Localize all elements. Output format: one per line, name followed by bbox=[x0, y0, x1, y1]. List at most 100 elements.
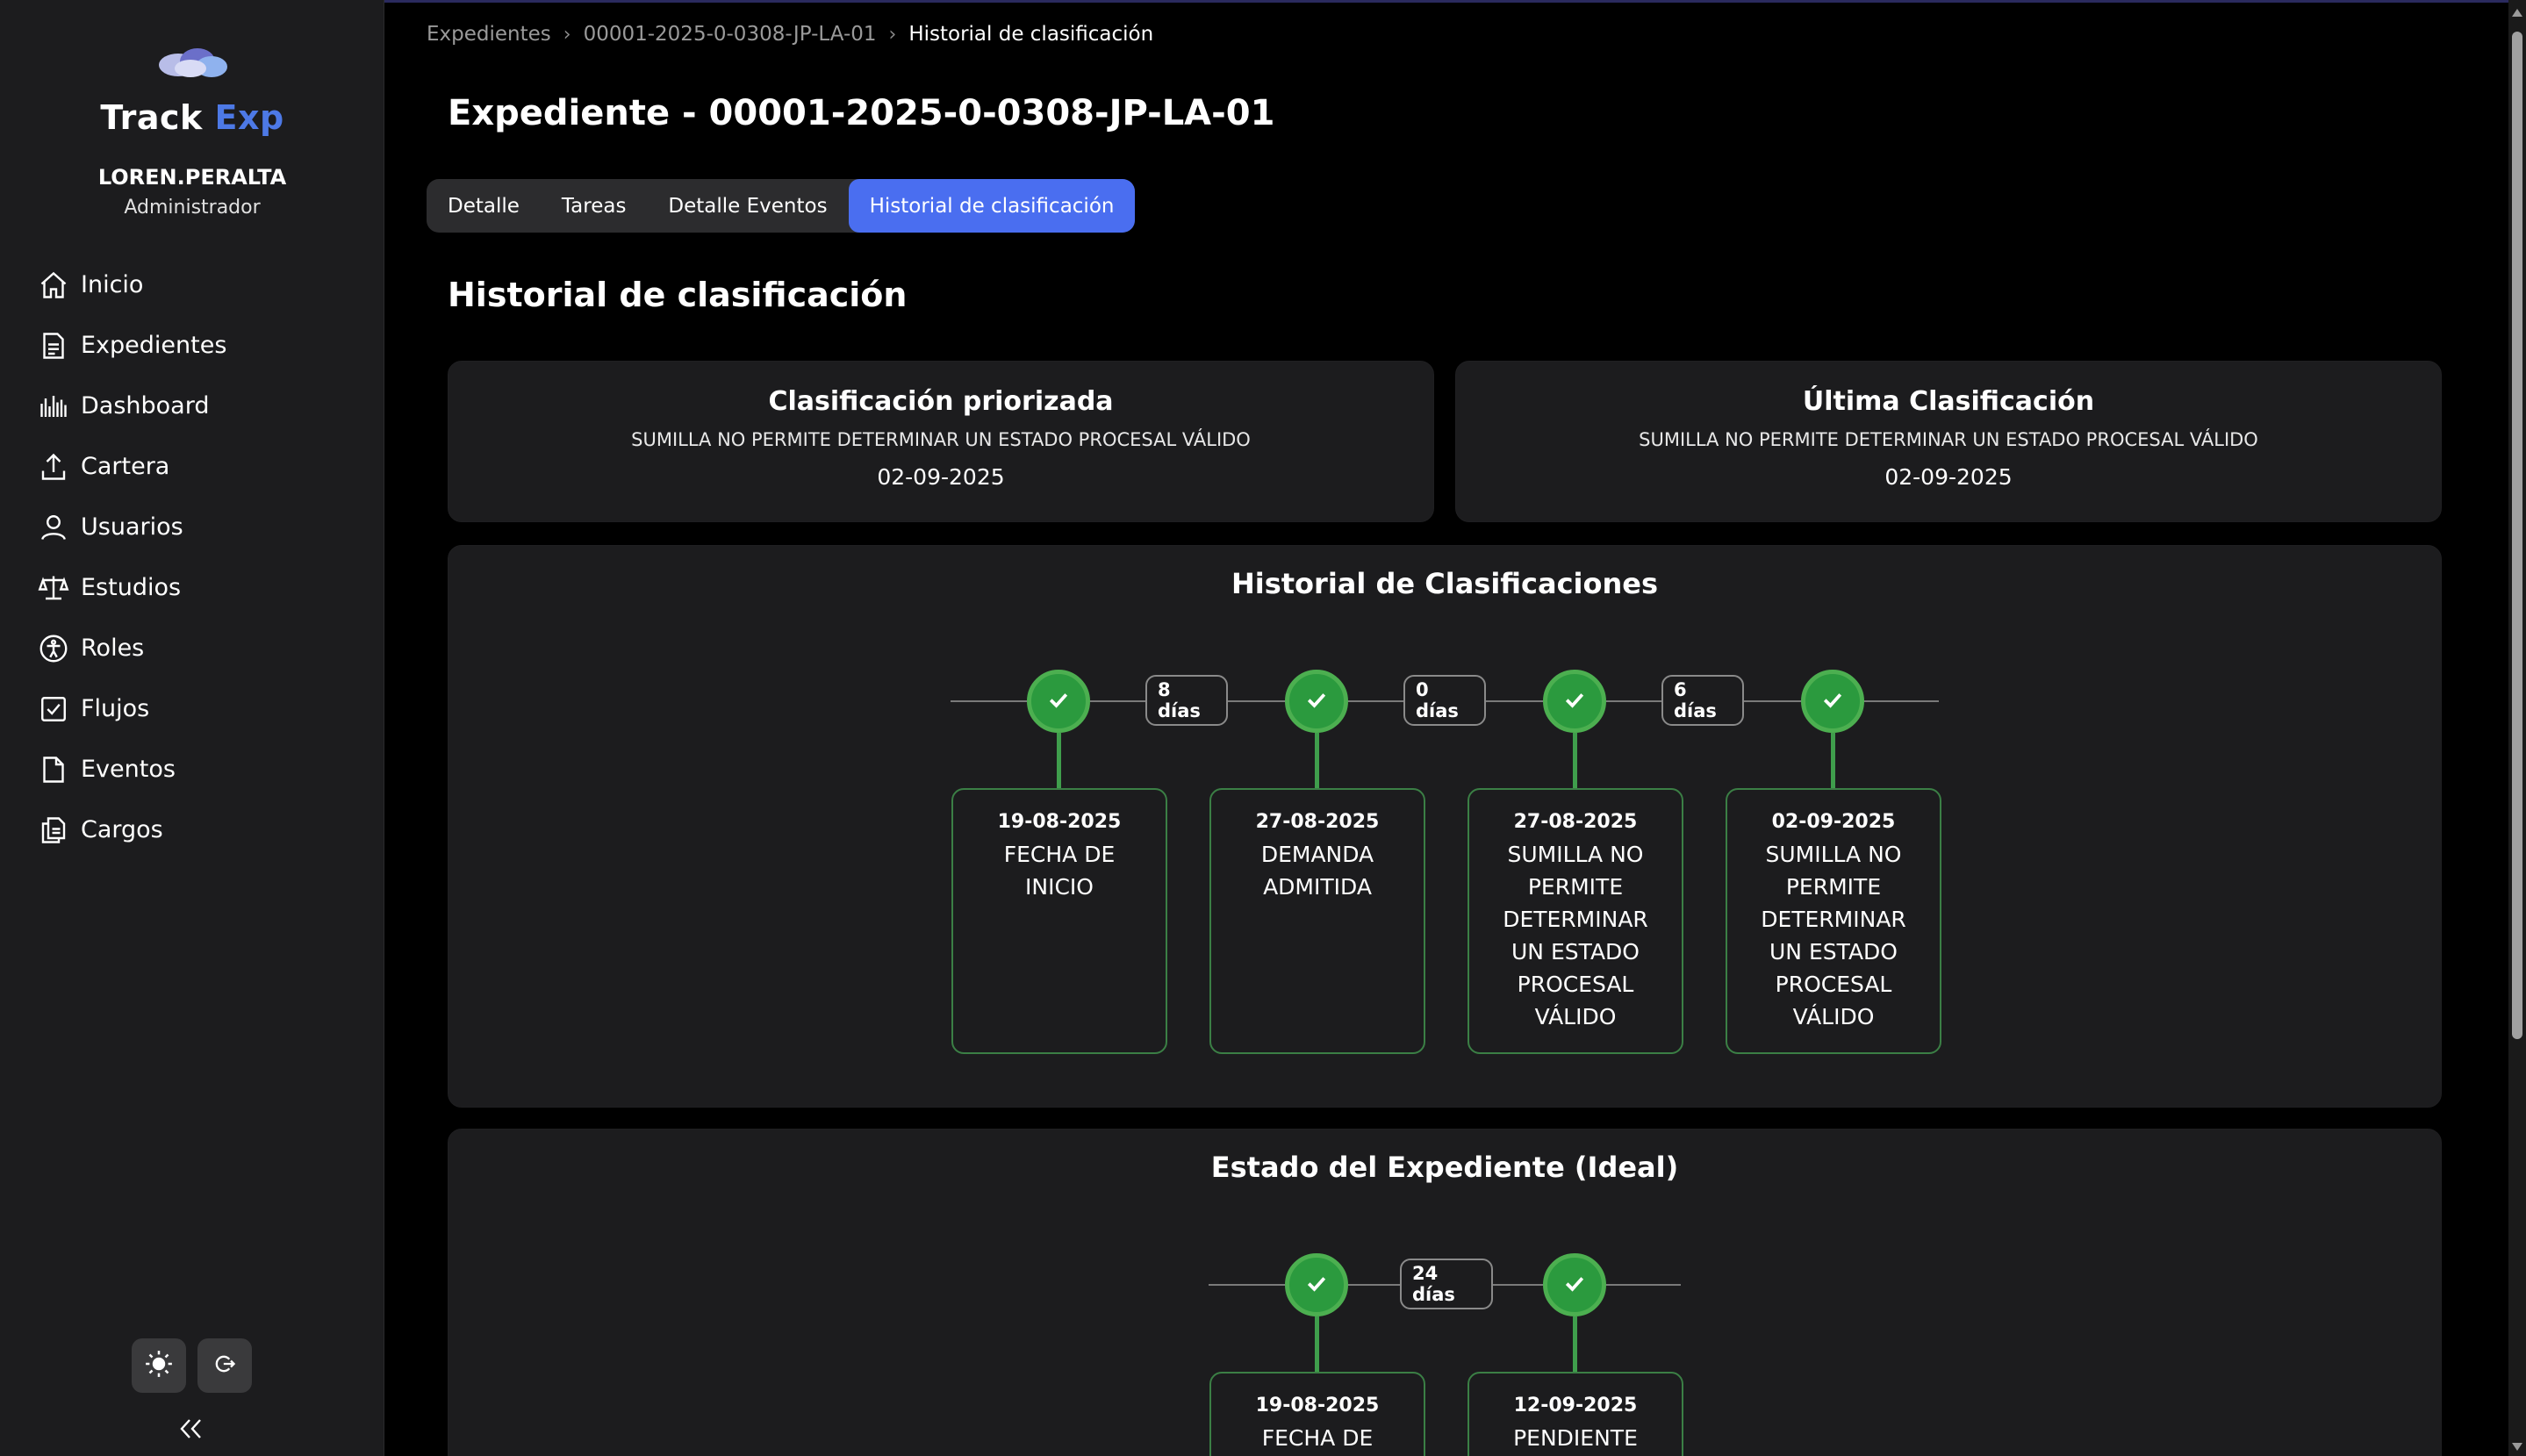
timeline-event-box: 19-08-2025 FECHA DE INICIO bbox=[951, 788, 1167, 1054]
scroll-down-arrow-icon[interactable] bbox=[2512, 1443, 2522, 1451]
scrollbar[interactable] bbox=[2508, 0, 2526, 1456]
home-icon bbox=[37, 269, 70, 302]
event-date: 19-08-2025 bbox=[997, 811, 1122, 833]
event-label: PENDIENTE bbox=[1513, 1425, 1638, 1451]
check-icon bbox=[1303, 1270, 1330, 1300]
breadcrumb-expedientes[interactable]: Expedientes bbox=[427, 23, 551, 46]
files-icon bbox=[37, 814, 70, 847]
sidebar: Track Exp LOREN.PERALTA Administrador In… bbox=[0, 0, 384, 1456]
document-list-icon bbox=[37, 329, 70, 362]
check-icon bbox=[1819, 686, 1846, 716]
timeline-event-box: 02-09-2025 SUMILLA NO PERMITE DETERMINAR… bbox=[1726, 788, 1941, 1054]
section-title: Historial de clasificación bbox=[448, 276, 908, 314]
sidebar-item-label: Eventos bbox=[81, 756, 176, 783]
timeline-node bbox=[1543, 670, 1606, 733]
historial-clasificaciones-card: Historial de Clasificaciones 8 días 0 dí… bbox=[448, 545, 2442, 1108]
sidebar-item-label: Dashboard bbox=[81, 392, 210, 420]
timeline-node bbox=[1285, 1253, 1348, 1316]
logo-icon bbox=[0, 42, 384, 84]
scrollbar-thumb[interactable] bbox=[2512, 32, 2522, 1039]
check-icon bbox=[1561, 1270, 1588, 1300]
sidebar-item-inicio[interactable]: Inicio bbox=[0, 255, 384, 315]
card-title: Clasificación priorizada bbox=[768, 386, 1114, 417]
sun-icon bbox=[144, 1349, 174, 1382]
chevrons-left-icon bbox=[177, 1417, 205, 1444]
sidebar-item-expedientes[interactable]: Expedientes bbox=[0, 315, 384, 376]
timeline-node bbox=[1543, 1253, 1606, 1316]
card-description: SUMILLA NO PERMITE DETERMINAR UN ESTADO … bbox=[631, 429, 1251, 450]
tab-detalle[interactable]: Detalle bbox=[427, 179, 541, 233]
chevron-right-icon: › bbox=[563, 23, 571, 46]
checkbox-icon bbox=[37, 692, 70, 726]
event-label: SUMILLA NO PERMITE DETERMINAR UN ESTADO … bbox=[1503, 842, 1648, 1029]
logout-icon bbox=[212, 1352, 237, 1380]
duration-badge: 8 días bbox=[1145, 675, 1228, 726]
timeline-stem bbox=[1573, 733, 1577, 791]
timeline-stem bbox=[1315, 733, 1319, 791]
sidebar-item-cartera[interactable]: Cartera bbox=[0, 436, 384, 497]
breadcrumb-expediente-id[interactable]: 00001-2025-0-0308-JP-LA-01 bbox=[584, 23, 877, 46]
brand-name: Track Exp bbox=[0, 98, 384, 137]
accessibility-icon bbox=[37, 632, 70, 665]
check-icon bbox=[1045, 686, 1072, 716]
event-date: 27-08-2025 bbox=[1513, 811, 1638, 833]
tab-tareas[interactable]: Tareas bbox=[541, 179, 648, 233]
sidebar-item-label: Roles bbox=[81, 635, 145, 662]
brand-part-track: Track bbox=[100, 98, 203, 137]
estado-expediente-ideal-card: Estado del Expediente (Ideal) 24 días 19… bbox=[448, 1129, 2442, 1456]
sidebar-item-label: Expedientes bbox=[81, 332, 227, 359]
timeline-node bbox=[1285, 670, 1348, 733]
tab-detalle-eventos[interactable]: Detalle Eventos bbox=[647, 179, 848, 233]
check-icon bbox=[1303, 686, 1330, 716]
timeline-title: Estado del Expediente (Ideal) bbox=[1210, 1151, 1679, 1184]
sidebar-item-estudios[interactable]: Estudios bbox=[0, 557, 384, 618]
timeline-node bbox=[1027, 670, 1090, 733]
sidebar-item-flujos[interactable]: Flujos bbox=[0, 678, 384, 739]
timeline-stem bbox=[1315, 1316, 1319, 1374]
timeline-event-box: 12-09-2025 PENDIENTE bbox=[1468, 1372, 1683, 1456]
event-date: 19-08-2025 bbox=[1255, 1395, 1380, 1417]
chevron-right-icon: › bbox=[888, 23, 897, 46]
user-name: LOREN.PERALTA bbox=[97, 165, 287, 190]
event-date: 12-09-2025 bbox=[1513, 1395, 1638, 1417]
upload-icon bbox=[37, 450, 70, 484]
sidebar-item-label: Flujos bbox=[81, 695, 150, 722]
sidebar-item-dashboard[interactable]: Dashboard bbox=[0, 376, 384, 436]
sidebar-item-usuarios[interactable]: Usuarios bbox=[0, 497, 384, 557]
card-description: SUMILLA NO PERMITE DETERMINAR UN ESTADO … bbox=[1639, 429, 2258, 450]
tab-historial-clasificacion[interactable]: Historial de clasificación bbox=[848, 179, 1136, 233]
sidebar-item-cargos[interactable]: Cargos bbox=[0, 800, 384, 860]
timeline-stem bbox=[1057, 733, 1061, 791]
timeline-event-box: 19-08-2025 FECHA DE INICIO bbox=[1209, 1372, 1425, 1456]
duration-badge: 6 días bbox=[1661, 675, 1744, 726]
sidebar-item-eventos[interactable]: Eventos bbox=[0, 739, 384, 800]
breadcrumb-current: Historial de clasificación bbox=[908, 23, 1154, 46]
sidebar-nav: Inicio Expedientes Dashboard Cartera Usu… bbox=[0, 255, 384, 860]
event-label: FECHA DE INICIO bbox=[1003, 842, 1116, 900]
scales-icon bbox=[37, 571, 70, 605]
user-role: Administrador bbox=[124, 197, 261, 219]
sidebar-item-label: Inicio bbox=[81, 271, 144, 298]
duration-badge: 0 días bbox=[1403, 675, 1486, 726]
timeline-event-box: 27-08-2025 DEMANDA ADMITIDA bbox=[1209, 788, 1425, 1054]
event-label: FECHA DE INICIO bbox=[1261, 1425, 1374, 1451]
theme-toggle-button[interactable] bbox=[132, 1338, 186, 1393]
scroll-up-arrow-icon[interactable] bbox=[2512, 9, 2522, 17]
timeline-title: Historial de Clasificaciones bbox=[1231, 567, 1659, 600]
sidebar-item-roles[interactable]: Roles bbox=[0, 618, 384, 678]
timeline-stem bbox=[1573, 1316, 1577, 1374]
sidebar-item-label: Estudios bbox=[81, 574, 182, 601]
event-date: 02-09-2025 bbox=[1771, 811, 1896, 833]
card-date: 02-09-2025 bbox=[877, 464, 1005, 490]
collapse-sidebar-button[interactable] bbox=[172, 1415, 211, 1446]
card-clasificacion-priorizada: Clasificación priorizada SUMILLA NO PERM… bbox=[448, 361, 1434, 522]
sidebar-item-label: Usuarios bbox=[81, 513, 183, 541]
user-icon bbox=[37, 511, 70, 544]
page-title: Expediente - 00001-2025-0-0308-JP-LA-01 bbox=[448, 93, 1275, 133]
event-label: DEMANDA ADMITIDA bbox=[1260, 842, 1374, 900]
card-date: 02-09-2025 bbox=[1884, 464, 2013, 490]
timeline-stem bbox=[1831, 733, 1835, 791]
check-icon bbox=[1561, 686, 1588, 716]
file-icon bbox=[37, 753, 70, 786]
logout-button[interactable] bbox=[197, 1338, 252, 1393]
